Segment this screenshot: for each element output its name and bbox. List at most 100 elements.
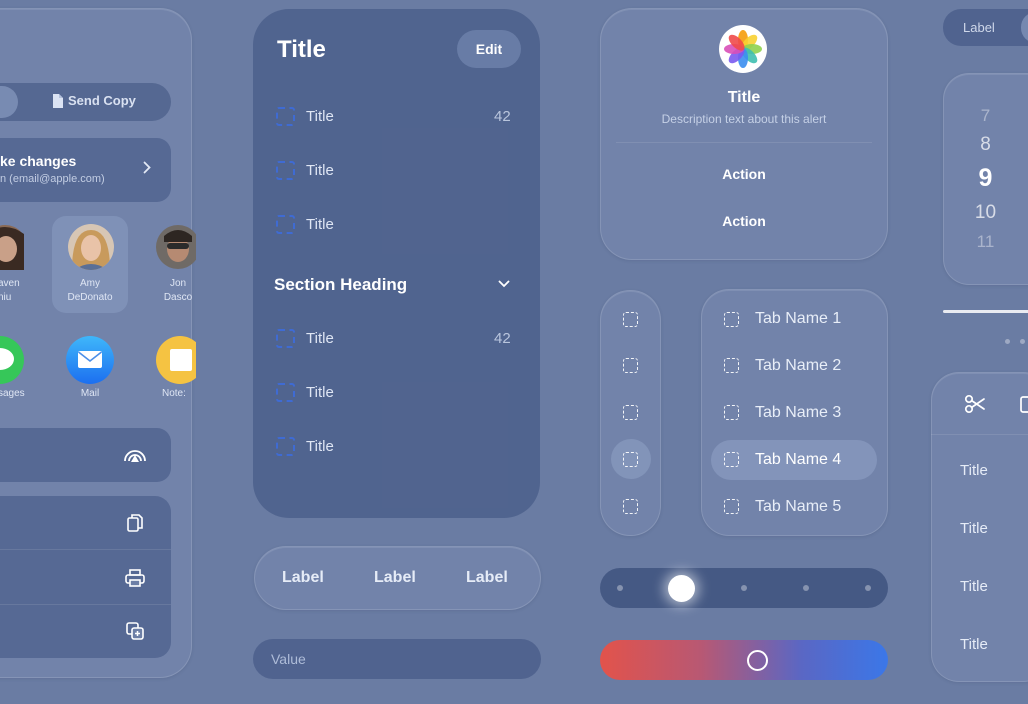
alert-action-button[interactable]: Action — [600, 166, 888, 182]
picker-value[interactable]: 10 — [943, 202, 1028, 224]
value-placeholder: Value — [271, 651, 306, 667]
list-item-label: Title — [306, 216, 334, 233]
print-icon[interactable] — [125, 569, 145, 587]
scissors-icon[interactable] — [964, 394, 986, 414]
placeholder-icon[interactable] — [623, 312, 638, 327]
duplicate-icon[interactable] — [126, 622, 144, 640]
page-dot[interactable] — [803, 585, 809, 591]
share-actions-group — [0, 496, 171, 658]
list-item-label: Title — [306, 162, 334, 179]
placeholder-icon — [724, 499, 739, 514]
person-name-line2: niu — [0, 292, 12, 303]
tab-label: Tab Name 4 — [755, 451, 842, 468]
segment-label[interactable]: Label — [374, 569, 416, 587]
placeholder-icon — [724, 405, 739, 420]
copy-icon[interactable] — [126, 513, 144, 533]
toggle-pill[interactable]: Label — [943, 9, 1028, 46]
avatar-amy[interactable] — [68, 224, 114, 270]
app-label: Note: — [162, 388, 186, 399]
placeholder-icon[interactable] — [623, 499, 638, 514]
picker-value-selected[interactable]: 9 — [943, 164, 1028, 193]
section-heading[interactable]: Section Heading — [274, 275, 407, 295]
list-item-label: Title — [306, 438, 334, 455]
tab-label: Tab Name 3 — [755, 404, 842, 421]
page-dot[interactable] — [1005, 339, 1010, 344]
divider — [616, 142, 872, 143]
person-name-jon: Jon Dasco — [156, 277, 200, 305]
segment-label[interactable]: Label — [282, 569, 324, 587]
edit-label: Edit — [475, 41, 503, 57]
checkbox-icon[interactable] — [276, 215, 295, 234]
divider — [0, 549, 171, 550]
document-icon — [52, 93, 63, 108]
clipboard-icon[interactable] — [1020, 394, 1028, 414]
person-name-line2: DeDonato — [67, 292, 113, 303]
avatar[interactable] — [0, 224, 24, 270]
person-name-line1: aven — [0, 278, 20, 289]
color-slider-thumb[interactable] — [747, 650, 768, 671]
airdrop-icon — [122, 444, 148, 464]
picker-value[interactable]: 7 — [943, 106, 1028, 126]
make-changes-subtitle: n (email@apple.com) — [0, 173, 105, 185]
page-dot[interactable] — [741, 585, 747, 591]
color-slider-track[interactable] — [600, 640, 888, 680]
divider — [0, 604, 171, 605]
alert-title: Title — [727, 89, 761, 106]
menu-item-label[interactable]: Title — [960, 520, 988, 537]
notes-icon[interactable] — [156, 336, 196, 384]
placeholder-icon — [724, 452, 739, 467]
page-dot[interactable] — [617, 585, 623, 591]
page-dot[interactable] — [865, 585, 871, 591]
page-dot-active[interactable] — [668, 575, 695, 602]
person-name-line2: Dasco — [163, 292, 193, 303]
menu-item-label[interactable]: Title — [960, 636, 988, 653]
placeholder-icon — [724, 358, 739, 373]
placeholder-icon — [724, 312, 739, 327]
checkbox-icon[interactable] — [276, 437, 295, 456]
app-label: sages — [0, 388, 25, 399]
list-item-label: Title — [306, 108, 334, 125]
list-panel — [253, 9, 540, 518]
mail-icon[interactable] — [66, 336, 114, 384]
list-title: Title — [277, 36, 326, 63]
checkbox-icon[interactable] — [276, 329, 295, 348]
chevron-down-icon[interactable] — [498, 280, 510, 288]
alert-action-button[interactable]: Action — [600, 213, 888, 229]
menu-item-label[interactable]: Title — [960, 462, 988, 479]
checkbox-icon[interactable] — [276, 161, 295, 180]
list-item-count: 42 — [494, 108, 511, 125]
avatar-jon[interactable] — [156, 224, 196, 270]
edit-button[interactable]: Edit — [457, 30, 521, 68]
person-name-line1: Amy — [80, 278, 100, 289]
placeholder-icon[interactable] — [623, 452, 638, 467]
app-label: Mail — [80, 388, 100, 399]
segment-label[interactable]: Label — [466, 569, 508, 587]
checkbox-icon[interactable] — [276, 383, 295, 402]
list-item-count: 42 — [494, 330, 511, 347]
send-copy-label: Send Copy — [68, 93, 136, 108]
messages-icon[interactable] — [0, 336, 24, 384]
chevron-right-icon — [143, 161, 151, 174]
checkbox-icon[interactable] — [276, 107, 295, 126]
placeholder-icon[interactable] — [623, 358, 638, 373]
tab-label: Tab Name 2 — [755, 357, 842, 374]
send-copy-button[interactable]: Send Copy — [52, 93, 136, 108]
page-dot[interactable] — [1020, 339, 1025, 344]
divider-line — [943, 310, 1028, 313]
menu-item-label[interactable]: Title — [960, 578, 988, 595]
list-item-label: Title — [306, 384, 334, 401]
photos-app-icon — [719, 25, 767, 73]
make-changes-title: ke changes — [0, 153, 77, 169]
list-item-label: Title — [306, 330, 334, 347]
value-field[interactable]: Value — [253, 639, 541, 679]
picker-value[interactable]: 11 — [943, 232, 1028, 252]
tab-label: Tab Name 1 — [755, 310, 842, 327]
toggle-label: Label — [963, 20, 995, 35]
alert-description: Description text about this alert — [661, 112, 827, 126]
divider — [931, 434, 1028, 435]
person-name-line1: Jon — [169, 278, 187, 289]
placeholder-icon[interactable] — [623, 405, 638, 420]
picker-value[interactable]: 8 — [943, 134, 1028, 156]
tab-label: Tab Name 5 — [755, 498, 842, 515]
person-name-amy: Amy DeDonato — [60, 277, 120, 305]
